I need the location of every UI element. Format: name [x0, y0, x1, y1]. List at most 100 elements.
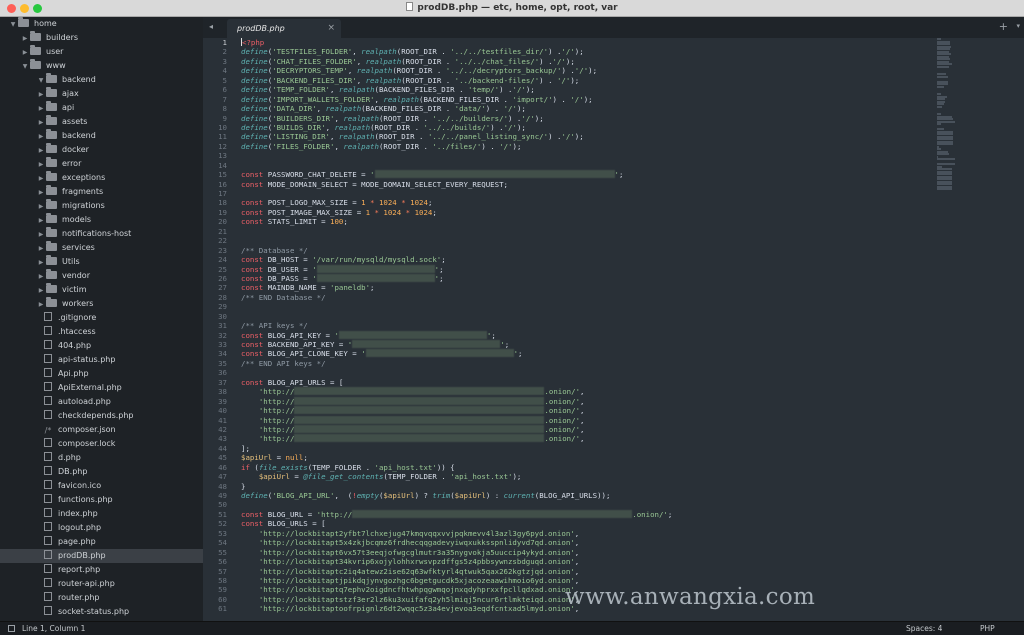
disclosure-closed-icon[interactable]: ▶ [36, 228, 46, 242]
disclosure-closed-icon[interactable]: ▶ [36, 116, 46, 130]
sidebar-folder[interactable]: ▶ migrations [0, 199, 203, 213]
disclosure-closed-icon[interactable]: ▶ [36, 256, 46, 270]
code-line[interactable]: 9 define('BUILDERS_DIR', realpath(ROOT_DI… [203, 114, 923, 123]
code-line[interactable]: 32 const BLOG_API_KEY = ' '; [203, 330, 923, 340]
code-line[interactable]: 48} [203, 482, 923, 491]
code-line[interactable]: 35 /** END API keys */ [203, 359, 923, 368]
code-line[interactable]: 17 [203, 189, 923, 198]
code-line[interactable]: 31 /** API keys */ [203, 321, 923, 330]
sidebar-folder[interactable]: ▶ models [0, 213, 203, 227]
disclosure-open-icon[interactable]: ▼ [8, 18, 18, 32]
code-line[interactable]: 16 const MODE_DOMAIN_SELECT = MODE_DOMAIN… [203, 180, 923, 189]
sidebar-folder[interactable]: ▶ error [0, 157, 203, 171]
syntax-selector[interactable]: PHP [980, 622, 995, 635]
sidebar-file[interactable]: prodDB.php [0, 549, 203, 563]
sidebar-file-tree[interactable]: ▼ home ▶ builders ▶ user ▼ www ▼ backend ▶ ajax ▶ api… [0, 17, 203, 621]
sidebar-folder[interactable]: ▶ builders [0, 31, 203, 45]
disclosure-open-icon[interactable]: ▼ [20, 60, 30, 74]
disclosure-closed-icon[interactable]: ▶ [20, 46, 30, 60]
disclosure-open-icon[interactable]: ▼ [36, 74, 46, 88]
code-line[interactable]: 45 $apiUrl = null; [203, 453, 923, 462]
code-line[interactable]: 29 [203, 302, 923, 311]
sidebar-folder[interactable]: ▼ backend [0, 73, 203, 87]
disclosure-closed-icon[interactable]: ▶ [36, 158, 46, 172]
code-line[interactable]: 41 'http:// .onion/', [203, 415, 923, 425]
close-tab-icon[interactable]: × [327, 19, 335, 38]
sidebar-file[interactable]: ApiExternal.php [0, 381, 203, 395]
code-line[interactable]: 56 'http://lockbitapt34kvrip6xojylohhxrw… [203, 557, 923, 566]
disclosure-closed-icon[interactable]: ▶ [36, 298, 46, 312]
sidebar-file[interactable]: /* composer.json [0, 423, 203, 437]
code-line[interactable]: 44]; [203, 444, 923, 453]
code-line[interactable]: 5 define('BACKEND_FILES_DIR', realpath(RO… [203, 76, 923, 85]
code-line[interactable]: 13 [203, 151, 923, 160]
sidebar-file[interactable]: d.php [0, 451, 203, 465]
code-line[interactable]: 20 const STATS_LIMIT = 100; [203, 217, 923, 226]
sidebar-file[interactable]: .htaccess [0, 325, 203, 339]
indentation-setting[interactable]: Spaces: 4 [906, 622, 942, 635]
code-line[interactable]: 40 'http:// .onion/', [203, 406, 923, 415]
disclosure-closed-icon[interactable]: ▶ [36, 186, 46, 200]
code-line[interactable]: 8 define('DATA_DIR', realpath(BACKEND_FIL… [203, 104, 923, 113]
sidebar-folder[interactable]: ▶ exceptions [0, 171, 203, 185]
sidebar-file[interactable]: .gitignore [0, 311, 203, 325]
disclosure-closed-icon[interactable]: ▶ [36, 284, 46, 298]
new-tab-icon[interactable]: + [999, 20, 1008, 33]
code-line[interactable]: 30 [203, 312, 923, 321]
sidebar-file[interactable]: functions.php [0, 493, 203, 507]
code-line[interactable]: 43 'http:// .onion/', [203, 434, 923, 443]
disclosure-closed-icon[interactable]: ▶ [36, 88, 46, 102]
code-line[interactable]: 51 const BLOG_URL = 'http:// .onion/'; [203, 509, 923, 519]
code-line[interactable]: 10 define('BUILDS_DIR', realpath(ROOT_DIR… [203, 123, 923, 132]
code-line[interactable]: 53 'http://lockbitapt2yfbt7lchxejug47kmq… [203, 529, 923, 538]
code-line[interactable]: 14 [203, 161, 923, 170]
sidebar-folder[interactable]: ▶ assets [0, 115, 203, 129]
tab-scroll-left-icon[interactable]: ◂ [209, 22, 213, 31]
sidebar-file[interactable]: 404.php [0, 339, 203, 353]
code-line[interactable]: 15 const PASSWORD_CHAT_DELETE = ' '; [203, 170, 923, 179]
minimap[interactable] [929, 38, 1024, 338]
sidebar-file[interactable]: composer.lock [0, 437, 203, 451]
code-line[interactable]: 55 'http://lockbitapt6vx57t3eeqjofwgcglm… [203, 548, 923, 557]
sidebar-file[interactable]: Api.php [0, 367, 203, 381]
code-line[interactable]: 42 'http:// .onion/', [203, 424, 923, 434]
sidebar-file[interactable]: socket-status.php [0, 605, 203, 619]
code-line[interactable]: 18 const POST_LOGO_MAX_SIZE = 1 * 1024 * … [203, 198, 923, 207]
sidebar-folder[interactable]: ▶ victim [0, 283, 203, 297]
sidebar-file[interactable]: autoload.php [0, 395, 203, 409]
sidebar-file[interactable]: page.php [0, 535, 203, 549]
code-line[interactable]: 22 [203, 236, 923, 245]
disclosure-closed-icon[interactable]: ▶ [36, 270, 46, 284]
disclosure-closed-icon[interactable]: ▶ [20, 32, 30, 46]
code-line[interactable]: 28 /** END Database */ [203, 293, 923, 302]
sidebar-file[interactable]: checkdepends.php [0, 409, 203, 423]
sidebar-folder[interactable]: ▶ fragments [0, 185, 203, 199]
sidebar-file[interactable]: DB.php [0, 465, 203, 479]
disclosure-closed-icon[interactable]: ▶ [36, 200, 46, 214]
disclosure-closed-icon[interactable]: ▶ [36, 242, 46, 256]
sidebar-file[interactable]: router.php [0, 591, 203, 605]
sidebar-folder[interactable]: ▶ services [0, 241, 203, 255]
code-line[interactable]: 46 if (file_exists(TEMP_FOLDER . 'api_hos… [203, 463, 923, 472]
code-line[interactable]: 47 $apiUrl = @file_get_contents(TEMP_FOL… [203, 472, 923, 481]
disclosure-closed-icon[interactable]: ▶ [36, 172, 46, 186]
sidebar-folder[interactable]: ▶ docker [0, 143, 203, 157]
code-line[interactable]: 11 define('LISTING_DIR', realpath(ROOT_DI… [203, 132, 923, 141]
code-line[interactable]: 34 const BLOG_API_CLONE_KEY = ' '; [203, 349, 923, 358]
disclosure-closed-icon[interactable]: ▶ [36, 130, 46, 144]
sidebar-folder[interactable]: ▶ ajax [0, 87, 203, 101]
code-line[interactable]: 33 const BACKEND_API_KEY = ' '; [203, 340, 923, 349]
code-line[interactable]: 36 [203, 368, 923, 377]
disclosure-closed-icon[interactable]: ▶ [36, 214, 46, 228]
code-line[interactable]: 50 [203, 500, 923, 509]
code-line[interactable]: 52 const BLOG_URLS = [ [203, 519, 923, 528]
sidebar-folder[interactable]: ▶ api [0, 101, 203, 115]
code-line[interactable]: 6 define('TEMP_FOLDER', realpath(BACKEND_… [203, 85, 923, 94]
sidebar-folder[interactable]: ▼ www [0, 59, 203, 73]
code-line[interactable]: 37 const BLOG_API_URLS = [ [203, 378, 923, 387]
sidebar-file[interactable]: index.php [0, 507, 203, 521]
sidebar-file[interactable]: report.php [0, 563, 203, 577]
code-line[interactable]: 24 const DB_HOST = '/var/run/mysqld/mysql… [203, 255, 923, 264]
sidebar-folder[interactable]: ▶ workers [0, 297, 203, 311]
code-line[interactable]: 2 define('TESTFILES_FOLDER', realpath(ROO… [203, 47, 923, 56]
